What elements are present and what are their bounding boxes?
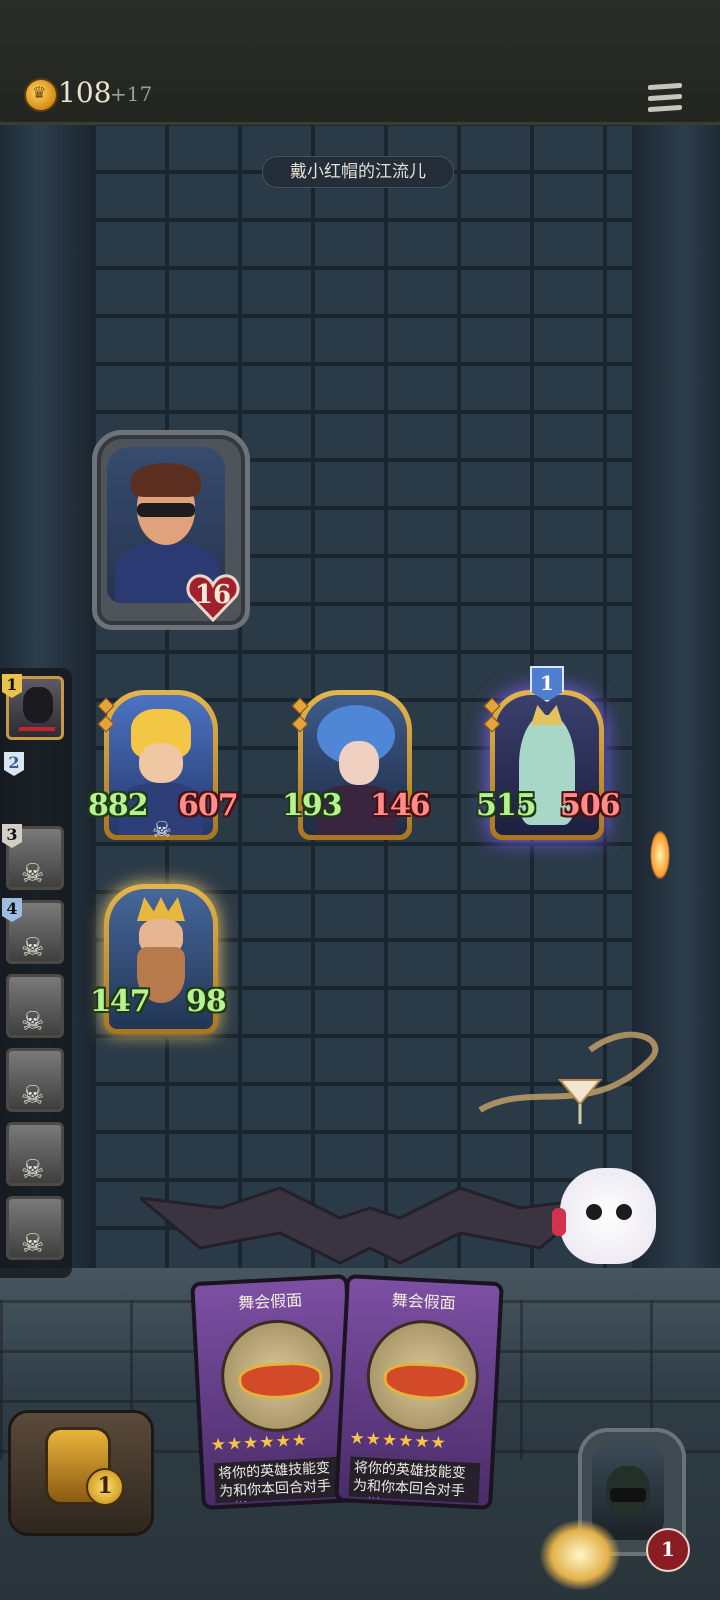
coin-count: 108 — [58, 76, 112, 109]
bat-ornament-icon — [140, 1186, 600, 1265]
skull-icon: ☠ — [21, 1081, 45, 1111]
card-name: 舞会假面 — [391, 1290, 457, 1313]
coin-income: +17 — [110, 82, 153, 106]
skull-icon: ☠ — [21, 1229, 45, 1259]
minion-attack: 147 — [90, 984, 151, 1019]
cat-mascot[interactable] — [552, 1168, 656, 1264]
player-slot[interactable]: ☠ — [6, 974, 64, 1038]
card-name: 舞会假面 — [237, 1290, 303, 1313]
skull-icon: ☠ — [21, 1007, 45, 1037]
player-slot[interactable]: ☠ — [6, 1122, 64, 1186]
gold-coin-icon — [24, 78, 58, 112]
opponent-health: 16 — [194, 580, 232, 610]
mask-icon — [363, 1317, 482, 1436]
card-description: 将你的英雄技能变为和你本回合对手一样 — [213, 1456, 346, 1504]
token-count: 1 — [86, 1468, 124, 1506]
minion-attack: 882 — [88, 788, 149, 823]
torch-flame-icon — [650, 830, 670, 880]
skull-icon: ☠ — [21, 1155, 45, 1185]
skull-icon: ☠ — [21, 859, 45, 889]
mask-icon — [218, 1317, 337, 1435]
hand-card[interactable]: 舞会假面 ★★★★★★ 将你的英雄技能变为和你本回合对手一样 — [190, 1274, 360, 1510]
player-health: 1 — [646, 1528, 690, 1572]
minion-health: 506 — [560, 788, 621, 823]
opponent-name: 戴小红帽的江流儿 — [262, 156, 454, 188]
cocktail-effect-icon — [478, 1031, 659, 1124]
skull-icon: ☠ — [152, 818, 172, 843]
minion-health: 146 — [370, 788, 431, 823]
hand-card[interactable]: 舞会假面 ★★★★★★ 将你的英雄技能变为和你本回合对手一样 — [334, 1274, 504, 1510]
minion-health: 98 — [186, 984, 227, 1019]
minion-health: 607 — [178, 788, 239, 823]
card-stars: ★★★★★★ — [210, 1430, 309, 1456]
minion-attack: 193 — [282, 788, 343, 823]
hero-power-button[interactable] — [540, 1520, 620, 1590]
player-slot[interactable]: ☠ — [6, 1196, 64, 1260]
card-stars: ★★★★★★ — [348, 1428, 448, 1454]
card-description: 将你的英雄技能变为和你本回合对手一样 — [348, 1456, 481, 1504]
player-list-sidebar: 1 2 ☠ 3 ☠ 4 ☠ ☠ ☠ ☠ — [0, 668, 72, 1278]
player-slot[interactable]: ☠ — [6, 1048, 64, 1112]
treasure-chest-button[interactable] — [8, 1410, 154, 1536]
hamburger-menu-icon[interactable] — [648, 82, 682, 118]
skull-icon: ☠ — [21, 933, 45, 963]
rank-badge: 2 — [4, 752, 24, 776]
minion-attack: 515 — [476, 788, 537, 823]
